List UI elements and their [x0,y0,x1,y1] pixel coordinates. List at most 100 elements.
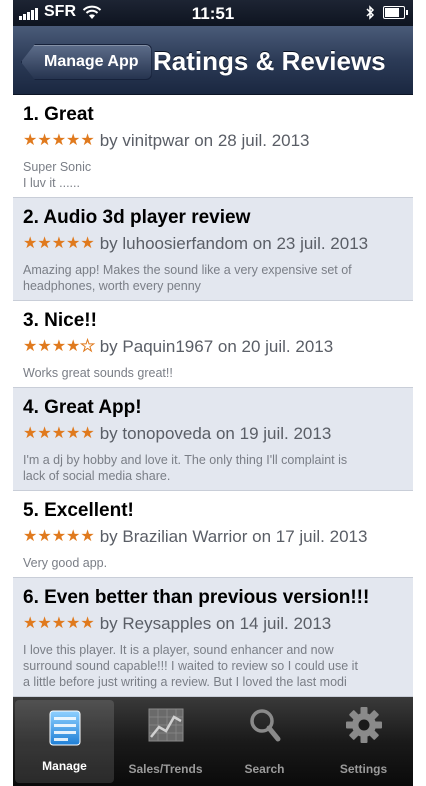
star-filled-icon: ★ [66,528,81,545]
review-body-line: surround sound capable!!! I waited to re… [23,659,358,673]
review-body: Amazing app! Makes the sound like a very… [23,262,403,294]
tab-label: Settings [339,762,388,776]
status-time: 11:51 [191,4,235,23]
tab-label: Sales/Trends [128,762,203,776]
review-author-date: by Reysapples on 14 juil. 2013 [99,614,332,633]
star-filled-icon: ★ [66,338,81,355]
review-body: Very good app. [23,555,403,571]
review-list[interactable]: 1. Great ★ ★ ★ ★ ★ by vinitpwar on 28 juil. 20… [13,95,413,697]
review-body-line: Amazing app! Makes the sound like a very… [23,263,352,277]
page-title: Ratings & Reviews [153,46,386,76]
status-bar: SFR 11:51 [13,0,413,26]
battery-icon [383,6,408,19]
chart-icon [148,708,183,742]
gear-icon [345,707,382,743]
navigation-bar: Manage App Ratings & Reviews [13,26,413,95]
star-filled-icon: ★ [66,425,81,442]
review-author-date: by luhoosierfandom on 23 juil. 2013 [99,234,369,253]
star-filled-icon: ★ [80,615,95,632]
review-title: 2. Audio 3d player review [23,207,251,228]
tab-settings[interactable]: Settings [314,697,413,786]
star-filled-icon: ★ [23,235,38,252]
star-filled-icon: ★ [80,235,95,252]
star-rating: ★ ★ ★ ★ ★ [23,338,95,355]
star-filled-icon: ★ [80,528,95,545]
review-body-line: Super Sonic [23,160,92,174]
star-rating: ★ ★ ★ ★ ★ [23,133,95,149]
phone-screen: SFR 11:51 Manage App Ratings & Reviews 1… [13,0,413,786]
star-filled-icon: ★ [37,338,52,355]
star-filled-icon: ★ [51,235,67,252]
bluetooth-icon [366,5,375,20]
star-rating: ★ ★ ★ ★ ★ [23,529,95,545]
review-meta: ★ ★ ★ ★ ★ by Paquin1967 on 20 juil. 2013 [23,336,403,358]
star-filled-icon: ★ [51,528,67,545]
star-filled-icon: ★ [23,425,38,442]
star-filled-icon: ★ [37,615,52,632]
review-title: 5. Excellent! [23,500,134,521]
tab-sales-trends[interactable]: Sales/Trends [116,697,215,786]
star-filled-icon: ★ [66,235,81,252]
star-filled-icon: ★ [51,338,67,355]
star-filled-icon: ★ [23,132,38,149]
review-title: 6. Even better than previous version!!! [23,587,370,608]
review-body-line: headphones, worth every penny [23,279,201,293]
star-filled-icon: ★ [66,132,81,149]
star-rating: ★ ★ ★ ★ ★ [23,616,95,632]
review-meta: ★ ★ ★ ★ ★ by Reysapples on 14 juil. 2013 [23,613,403,635]
review-title: 3. Nice!! [23,310,97,331]
status-right [366,5,408,20]
review-meta: ★ ★ ★ ★ ★ by Brazilian Warrior on 17 juil. 20… [23,526,403,548]
star-filled-icon: ★ [37,425,52,442]
review-body: Works great sounds great!! [23,365,403,381]
review-meta: ★ ★ ★ ★ ★ by luhoosierfandom on 23 juil. 2013 [23,233,403,255]
star-empty-icon: ★ [80,338,95,355]
review-title: 1. Great [23,104,94,125]
star-filled-icon: ★ [80,425,95,442]
review-meta: ★ ★ ★ ★ ★ by vinitpwar on 28 juil. 2013 [23,130,403,152]
review-author-date: by Paquin1967 on 20 juil. 2013 [99,337,334,356]
review-body: I love this player. It is a player, soun… [23,642,403,690]
tab-manage[interactable]: Manage [15,700,114,783]
tab-label: Manage [42,759,87,773]
review-body: Super Sonic I luv it ...... [23,159,403,191]
search-icon [249,709,280,742]
star-filled-icon: ★ [51,615,67,632]
review-body: I'm a dj by hobby and love it. The only … [23,452,403,484]
star-rating: ★ ★ ★ ★ ★ [23,426,95,442]
star-filled-icon: ★ [37,132,52,149]
review-item[interactable]: 2. Audio 3d player review ★ ★ ★ ★ ★ by luhoosi… [13,198,413,301]
review-author-date: by vinitpwar on 28 juil. 2013 [99,131,310,150]
review-body-line: I'm a dj by hobby and love it. The only … [23,453,348,467]
review-item[interactable]: 4. Great App! ★ ★ ★ ★ ★ by tonopoveda on 19 ju… [13,388,413,491]
star-filled-icon: ★ [66,615,81,632]
star-filled-icon: ★ [23,528,38,545]
review-item[interactable]: 1. Great ★ ★ ★ ★ ★ by vinitpwar on 28 juil. 20… [13,95,413,198]
star-filled-icon: ★ [80,132,95,149]
review-item[interactable]: 5. Excellent! ★ ★ ★ ★ ★ by Brazilian Warrior o… [13,491,413,578]
review-author-date: by Brazilian Warrior on 17 juil. 2013 [99,527,368,546]
tab-search[interactable]: Search [215,697,314,786]
tab-label: Search [244,762,285,776]
review-item[interactable]: 6. Even better than previous version!!! ★… [13,578,413,697]
review-meta: ★ ★ ★ ★ ★ by tonopoveda on 19 juil. 2013 [23,423,403,445]
manage-icon [49,710,80,746]
review-title: 4. Great App! [23,397,142,418]
review-body-line: Works great sounds great!! [23,366,173,380]
review-body-line: Very good app. [23,556,108,570]
star-filled-icon: ★ [51,425,67,442]
star-filled-icon: ★ [51,132,67,149]
star-rating: ★ ★ ★ ★ ★ [23,236,95,252]
star-filled-icon: ★ [37,235,52,252]
review-body-line: I love this player. It is a player, soun… [23,643,334,657]
review-body-line: I luv it ...... [23,176,80,190]
review-body-line: lack of social media share. [23,469,171,483]
review-item[interactable]: 3. Nice!! ★ ★ ★ ★ ★ by Paquin1967 on 20 juil. … [13,301,413,388]
manage-app-back-button[interactable]: Manage App [21,44,152,80]
star-filled-icon: ★ [23,615,38,632]
review-author-date: by tonopoveda on 19 juil. 2013 [99,424,332,443]
star-filled-icon: ★ [23,338,38,355]
star-filled-icon: ★ [37,528,52,545]
review-body-line: a little before just writing a review. B… [23,675,347,689]
tab-bar: Manage Sales/Trends Search Settings [13,697,413,786]
